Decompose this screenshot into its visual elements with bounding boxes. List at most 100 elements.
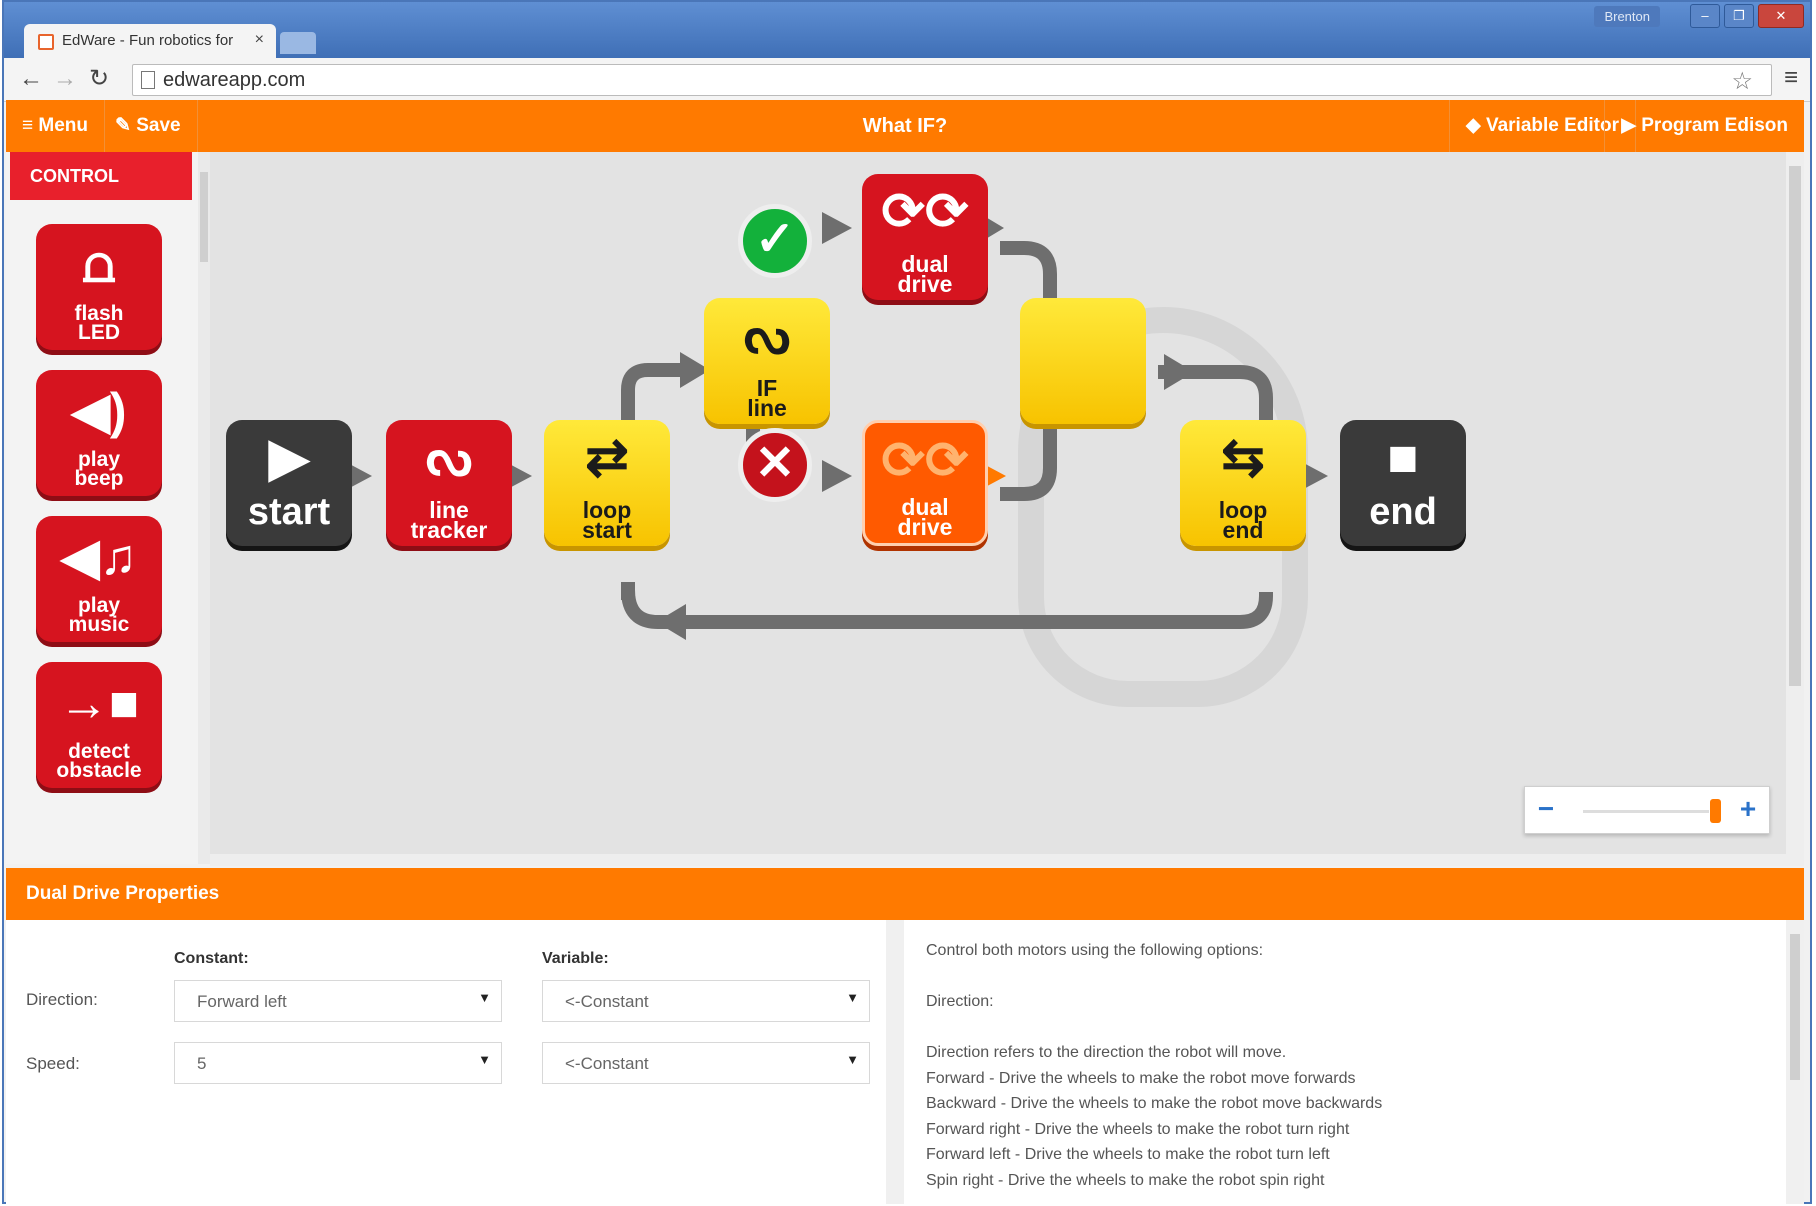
properties-form-scrollbar[interactable]	[886, 920, 904, 1204]
line-sensor-icon: ᔓ	[743, 307, 791, 365]
loop-end-block[interactable]: ⇆ loop end	[1180, 420, 1306, 546]
speed-variable-select[interactable]: <-Constant ▼	[542, 1042, 870, 1084]
end-block[interactable]: ■ end	[1340, 420, 1466, 546]
if-merge-block[interactable]	[1020, 298, 1146, 424]
speaker-icon: ◀)	[71, 383, 127, 439]
pencil-icon: ✎	[115, 115, 131, 136]
block-palette: CONTROL ⩍ flash LED ◀) play beep ◀♫ play mu…	[6, 152, 210, 864]
flash-led-block[interactable]: ⩍ flash LED	[36, 224, 162, 350]
zoom-control: − +	[1524, 786, 1770, 834]
canvas-horizontal-scrollbar[interactable]	[210, 854, 1804, 866]
play-music-block[interactable]: ◀♫ play music	[36, 516, 162, 642]
loop-start-block[interactable]: ⇄ loop start	[544, 420, 670, 546]
help-line: Spin right - Drive the wheels to make th…	[926, 1171, 1325, 1189]
zoom-in-button[interactable]: +	[1731, 795, 1765, 825]
select-value: 5	[197, 1054, 207, 1073]
close-window-icon[interactable]: ✕	[1758, 4, 1804, 28]
restore-icon[interactable]: ❐	[1724, 4, 1754, 28]
new-tab-button[interactable]	[280, 32, 316, 54]
browser-titlebar: EdWare - Fun robotics for × Brenton – ❐ …	[4, 2, 1810, 58]
menu-button[interactable]: ≡ Menu	[6, 100, 105, 152]
dropdown-arrow-icon: ▼	[846, 1052, 859, 1067]
block-label: LED	[78, 321, 120, 344]
play-beep-block[interactable]: ◀) play beep	[36, 370, 162, 496]
detect-obstacle-block[interactable]: →■ detect obstacle	[36, 662, 162, 788]
dropdown-arrow-icon: ▼	[478, 1052, 491, 1067]
block-label: end	[1222, 517, 1264, 543]
stop-square-icon: ■	[1387, 429, 1419, 487]
block-label: drive	[897, 514, 953, 540]
help-line: Control both motors using the following …	[926, 942, 1264, 959]
start-block[interactable]: ▶ start	[226, 420, 352, 546]
canvas-vertical-scrollbar[interactable]	[1786, 152, 1804, 864]
play-icon: ▶	[1621, 115, 1636, 136]
back-icon[interactable]: ←	[16, 64, 46, 94]
loop-arrows-icon: ⇄	[585, 429, 629, 487]
dual-wheels-icon: ⟳⟳	[881, 432, 969, 490]
direction-constant-select[interactable]: Forward left ▼	[174, 980, 502, 1022]
speed-constant-select[interactable]: 5 ▼	[174, 1042, 502, 1084]
true-branch-check-icon: ✓	[738, 204, 812, 278]
select-value: <-Constant	[565, 1054, 649, 1073]
tab-title: EdWare - Fun robotics for	[62, 32, 234, 49]
zoom-slider-handle[interactable]	[1710, 799, 1722, 823]
program-edison-button[interactable]: ▶ Program Edison	[1604, 100, 1804, 152]
block-label: tracker	[410, 517, 488, 543]
loop-back-icon: ⇆	[1221, 429, 1265, 487]
user-profile-button[interactable]: Brenton	[1594, 6, 1660, 27]
properties-form: Constant: Variable: Direction: Speed: Fo…	[6, 920, 886, 1204]
false-branch-x-icon: ✕	[738, 428, 812, 502]
help-line: Direction refers to the direction the ro…	[926, 1044, 1287, 1061]
zoom-out-button[interactable]: −	[1529, 795, 1563, 825]
scrollbar-thumb[interactable]	[1790, 934, 1800, 1080]
program-canvas[interactable]: ▶ start ᔓ line tracker ⇄ loop start ᔓ IF li…	[210, 152, 1804, 864]
help-line: Direction:	[926, 993, 994, 1010]
speed-label: Speed:	[26, 1054, 80, 1073]
hamburger-icon: ≡	[22, 115, 34, 136]
help-line	[926, 1015, 1786, 1041]
palette-scrollbar[interactable]	[198, 152, 210, 864]
obstacle-icon: →■	[58, 675, 140, 731]
menu-button-label: Menu	[38, 115, 88, 136]
dual-drive-block-selected[interactable]: ⟳⟳ dual drive	[862, 420, 988, 546]
if-line-block[interactable]: ᔓ IF line	[704, 298, 830, 424]
help-scrollbar[interactable]	[1786, 920, 1804, 1204]
browser-menu-icon[interactable]: ≡	[1784, 64, 1798, 92]
variable-column-header: Variable:	[542, 950, 609, 967]
constant-column-header: Constant:	[174, 950, 249, 967]
browser-tab[interactable]: EdWare - Fun robotics for ×	[24, 24, 276, 58]
dual-drive-block-top[interactable]: ⟳⟳ dual drive	[862, 174, 988, 300]
zoom-slider-track[interactable]	[1583, 810, 1709, 813]
app-toolbar: What IF? ≡ Menu ✎ Save ◆ Variable Editor…	[6, 100, 1804, 152]
line-tracker-block[interactable]: ᔓ line tracker	[386, 420, 512, 546]
properties-header: Dual Drive Properties	[6, 868, 1804, 920]
scrollbar-thumb[interactable]	[200, 172, 208, 262]
block-label: obstacle	[56, 759, 142, 782]
tag-icon: ◆	[1466, 115, 1481, 136]
help-line: Backward - Drive the wheels to make the …	[926, 1095, 1383, 1112]
program-edison-label: Program Edison	[1641, 115, 1788, 136]
address-bar: ← → ↻ edwareapp.com ☆ ≡	[4, 58, 1810, 102]
forward-icon[interactable]: →	[50, 64, 80, 94]
direction-variable-select[interactable]: <-Constant ▼	[542, 980, 870, 1022]
favicon-icon	[38, 34, 54, 50]
url-input[interactable]: edwareapp.com ☆	[132, 64, 1772, 96]
help-line: Forward - Drive the wheels to make the r…	[926, 1069, 1356, 1087]
block-label: line	[747, 395, 787, 421]
block-label: music	[68, 613, 130, 636]
dropdown-arrow-icon: ▼	[478, 990, 491, 1005]
reload-icon[interactable]: ↻	[84, 64, 114, 94]
palette-category-control[interactable]: CONTROL	[10, 152, 192, 200]
bookmark-star-icon[interactable]: ☆	[1731, 67, 1753, 96]
save-button[interactable]: ✎ Save	[99, 100, 198, 152]
select-value: Forward left	[197, 992, 287, 1011]
variable-editor-label: Variable Editor	[1485, 115, 1619, 136]
block-label: end	[1369, 491, 1437, 533]
line-path-icon: ᔓ	[425, 429, 473, 487]
page-icon	[141, 71, 155, 89]
scrollbar-thumb[interactable]	[1789, 166, 1801, 686]
minimize-icon[interactable]: –	[1690, 4, 1720, 28]
help-text-panel: Control both motors using the following …	[904, 920, 1786, 1204]
help-line: Forward right - Drive the wheels to make…	[926, 1120, 1350, 1138]
close-tab-icon[interactable]: ×	[255, 31, 264, 49]
